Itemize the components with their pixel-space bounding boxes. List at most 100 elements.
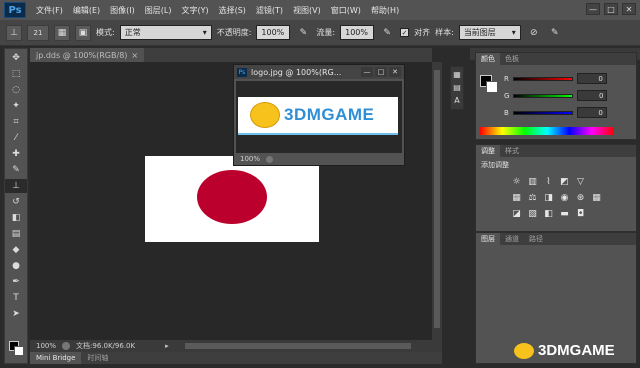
pressure-size-icon[interactable]: ✎ [547,25,563,41]
zoom-level[interactable]: 100% [36,342,56,350]
hsl-icon[interactable]: ▦ [510,191,523,204]
menu-type[interactable]: 文字(Y) [181,5,208,16]
status-info-icon[interactable] [62,342,71,350]
status-menu-arrow-icon[interactable]: ▸ [165,342,169,350]
character-panel-icon[interactable]: A [454,96,459,105]
tab-mini-bridge[interactable]: Mini Bridge [30,352,82,364]
tab-channels[interactable]: 通道 [500,233,524,245]
clone-stamp-tool-icon[interactable]: ⊥ [5,179,27,193]
healing-brush-tool-icon[interactable]: ✚ [5,147,27,161]
blur-tool-icon[interactable]: ◆ [5,243,27,257]
align-checkbox[interactable]: ✓ [400,28,410,37]
floating-window-title: logo.jpg @ 100%(RG... [251,67,342,77]
menu-layer[interactable]: 图层(L) [145,5,172,16]
floating-document-window[interactable]: Ps logo.jpg @ 100%(RG... — □ ✕ 3DMGAME 1… [233,64,405,166]
pressure-opacity-icon[interactable]: ✎ [295,25,311,41]
mode-select[interactable]: 正常 ▾ [119,25,212,40]
lasso-tool-icon[interactable]: ◌ [5,83,27,97]
selective-color-icon[interactable]: ◘ [574,207,587,220]
flow-input[interactable]: 100% [340,25,375,40]
tab-layers[interactable]: 图层 [476,233,500,245]
float-maximize-button[interactable]: □ [375,67,387,77]
menu-filter[interactable]: 滤镜(T) [256,5,283,16]
japan-flag-image[interactable] [145,156,319,242]
green-value-input[interactable]: 0 [577,90,608,101]
background-color-swatch[interactable] [14,346,24,356]
airbrush-icon[interactable]: ✎ [379,25,395,41]
photo-filter-icon[interactable]: ◉ [558,191,571,204]
history-brush-tool-icon[interactable]: ↺ [5,195,27,209]
close-button[interactable]: ✕ [622,3,636,15]
float-minimize-button[interactable]: — [361,67,373,77]
color-panel-background-swatch[interactable] [486,81,498,93]
brush-panel-toggle-icon[interactable]: ▦ [54,24,70,41]
green-slider[interactable] [513,93,574,98]
ignore-adjustment-layers-icon[interactable]: ⊘ [526,25,542,41]
eyedropper-tool-icon[interactable]: ⁄ [5,131,27,145]
invert-icon[interactable]: ◪ [510,207,523,220]
menu-file[interactable]: 文件(F) [36,5,63,16]
maximize-button[interactable]: □ [604,3,618,15]
floating-zoom-level[interactable]: 100% [240,155,260,163]
posterize-icon[interactable]: ▧ [526,207,539,220]
channel-mixer-icon[interactable]: ⊛ [574,191,587,204]
floating-window-titlebar[interactable]: Ps logo.jpg @ 100%(RG... — □ ✕ [234,65,404,79]
pen-tool-icon[interactable]: ✒ [5,275,27,289]
clone-source-panel-icon[interactable]: ▣ [75,24,91,41]
float-close-button[interactable]: ✕ [389,67,401,77]
path-select-tool-icon[interactable]: ➤ [5,307,27,321]
dodge-tool-icon[interactable]: ● [5,259,27,273]
brightness-icon[interactable]: ☼ [510,175,523,188]
tab-color[interactable]: 颜色 [476,53,500,65]
threshold-icon[interactable]: ◧ [542,207,555,220]
color-spectrum-ramp[interactable] [480,127,614,135]
crop-tool-icon[interactable]: ⌗ [5,115,27,129]
menu-help[interactable]: 帮助(H) [371,5,399,16]
tab-timeline[interactable]: 时间轴 [81,352,114,364]
minimize-button[interactable]: — [586,3,600,15]
levels-icon[interactable]: ▥ [526,175,539,188]
brush-preset-picker[interactable]: 21 [27,24,49,41]
vibrance-icon[interactable]: ▽ [574,175,587,188]
exposure-icon[interactable]: ◩ [558,175,571,188]
vertical-scrollbar[interactable] [432,62,442,340]
menu-image[interactable]: 图像(I) [110,5,135,16]
menu-view[interactable]: 视图(V) [293,5,321,16]
red-value-input[interactable]: 0 [576,73,607,84]
blue-slider[interactable] [512,110,573,115]
status-info-icon[interactable] [266,155,274,163]
floating-canvas[interactable]: 3DMGAME [236,81,402,153]
scrollbar-thumb[interactable] [434,70,440,328]
color-lookup-icon[interactable]: ▦ [590,191,603,204]
opacity-input[interactable]: 100% [256,25,291,40]
clone-stamp-tool-icon[interactable]: ⊥ [6,24,22,41]
type-tool-icon[interactable]: T [5,291,27,305]
menu-select[interactable]: 选择(S) [219,5,246,16]
tab-swatches[interactable]: 色板 [500,53,524,65]
blue-value-input[interactable]: 0 [576,107,607,118]
gradient-map-icon[interactable]: ▬ [558,207,571,220]
3dmgame-logo-image[interactable]: 3DMGAME [238,97,398,135]
tab-adjustments[interactable]: 调整 [476,145,500,157]
red-slider[interactable] [512,76,573,81]
curves-icon[interactable]: ⌇ [542,175,555,188]
red-label: R [504,74,509,83]
gradient-tool-icon[interactable]: ▤ [5,227,27,241]
eraser-tool-icon[interactable]: ◧ [5,211,27,225]
color-balance-icon[interactable]: ⚖ [526,191,539,204]
move-tool-icon[interactable]: ✥ [5,51,27,65]
sample-select[interactable]: 当前图层 ▾ [458,25,521,40]
close-icon[interactable]: × [131,51,138,60]
black-white-icon[interactable]: ◨ [542,191,555,204]
tab-styles[interactable]: 样式 [500,145,524,157]
brush-tool-icon[interactable]: ✎ [5,163,27,177]
tab-paths[interactable]: 路径 [524,233,548,245]
menu-edit[interactable]: 编辑(E) [73,5,100,16]
properties-panel-icon[interactable]: ▤ [453,83,461,92]
document-tab[interactable]: jp.dds @ 100%(RGB/8) × [30,48,145,62]
quick-select-tool-icon[interactable]: ✦ [5,99,27,113]
horizontal-scrollbar[interactable] [184,343,411,349]
menu-window[interactable]: 窗口(W) [331,5,361,16]
history-panel-icon[interactable]: ▦ [453,70,461,79]
marquee-tool-icon[interactable]: ⬚ [5,67,27,81]
